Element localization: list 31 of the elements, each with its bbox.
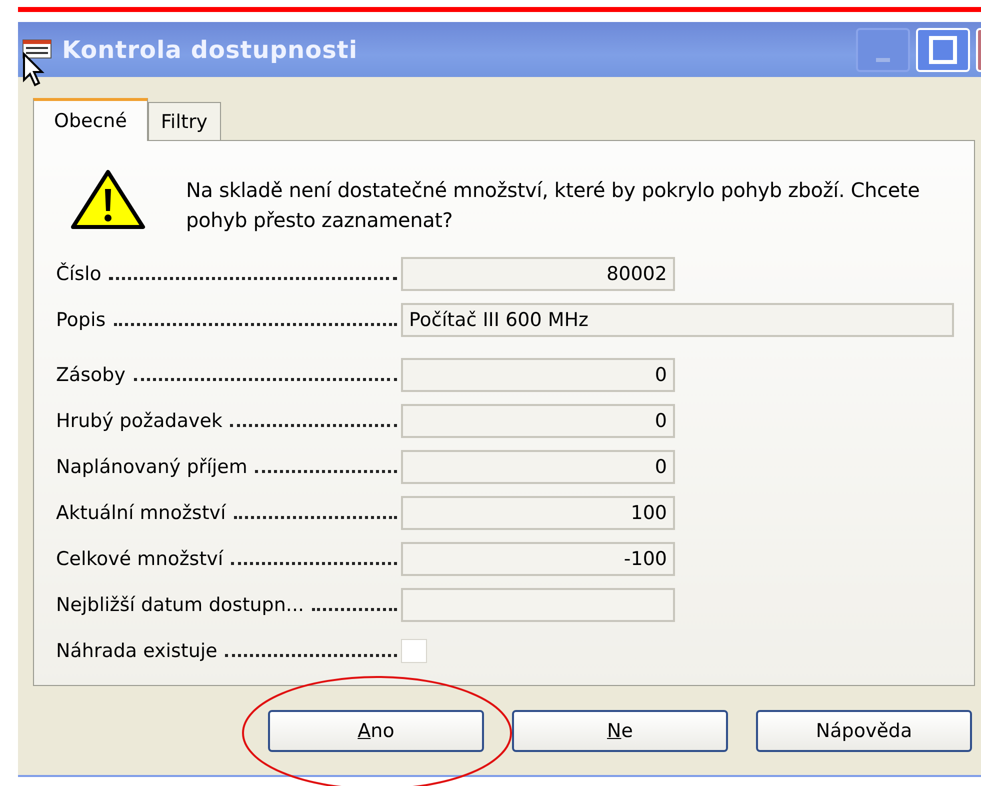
minimize-icon xyxy=(876,58,890,62)
field-label: Naplánovaný příjem xyxy=(56,456,248,478)
number-field[interactable]: 0 xyxy=(401,358,675,392)
checkbox[interactable] xyxy=(401,639,427,663)
tab[interactable]: Obecné xyxy=(33,98,148,141)
number-field[interactable]: -100 xyxy=(401,542,675,576)
maximize-icon xyxy=(928,34,958,64)
number-field[interactable]: 100 xyxy=(401,496,675,530)
window-title: Kontrola dostupnosti xyxy=(62,36,358,64)
warning-message: Na skladě není dostatečné množství, které by pokrylo pohyb zboží. Chcete pohyb přesto zaznamenat? xyxy=(186,177,921,234)
field-label: Náhrada existuje xyxy=(56,640,218,662)
warning-icon xyxy=(70,169,146,231)
minimize-button[interactable] xyxy=(856,28,910,72)
field-label: Hrubý požadavek xyxy=(56,410,222,432)
field-label: Číslo xyxy=(56,263,102,285)
field-label: Zásoby xyxy=(56,364,126,386)
field-label: Popis xyxy=(56,309,106,331)
field-label: Celkové množství xyxy=(56,548,224,570)
dialog-button[interactable]: Ne xyxy=(512,710,728,752)
number-field[interactable]: 80002 xyxy=(401,257,675,291)
maximize-button[interactable] xyxy=(916,28,970,72)
dialog-button[interactable]: Nápověda xyxy=(756,710,972,752)
number-field[interactable]: 0 xyxy=(401,404,675,438)
number-field[interactable]: 0 xyxy=(401,450,675,484)
field-label: Aktuální množství xyxy=(56,502,226,524)
dialog-button[interactable]: Ano xyxy=(268,710,484,752)
text-field[interactable]: Počítač III 600 MHz xyxy=(401,303,954,337)
field-label: Nejbližší datum dostupn... xyxy=(56,594,304,616)
tab[interactable]: Filtry xyxy=(148,102,220,140)
form-icon xyxy=(22,38,52,62)
number-field[interactable] xyxy=(401,588,675,622)
